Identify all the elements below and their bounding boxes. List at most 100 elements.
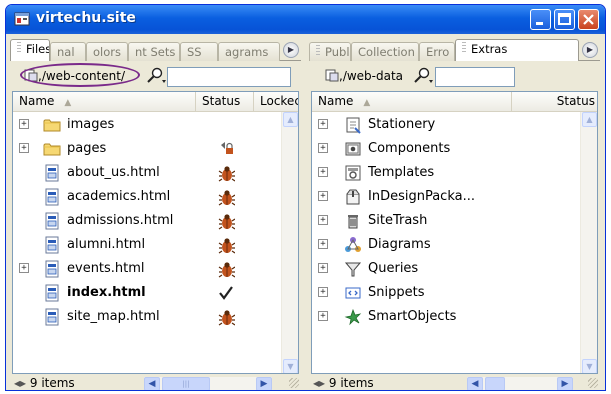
maximize-button[interactable] [554,9,575,30]
chevron-right-icon: ▶ [586,45,594,54]
table-row[interactable]: about_us.html [13,161,298,185]
extra-name: SiteTrash [368,213,428,228]
tab-errors[interactable]: Erro [419,42,455,61]
minimize-button[interactable] [530,9,551,30]
tab-files[interactable]: Files [10,39,50,61]
column-status[interactable]: Status [196,92,254,112]
table-row[interactable]: admissions.html [13,209,298,233]
list-item[interactable]: + Components [312,137,597,161]
smartobjects-icon [344,308,362,326]
column-status[interactable]: Status [512,92,597,112]
tab-personal[interactable]: nal [50,42,86,61]
extra-name: Diagrams [368,237,431,252]
scroll-down-button[interactable]: ▼ [283,359,298,373]
list-item[interactable]: + SiteTrash [312,209,597,233]
list-item[interactable]: + Queries [312,257,597,281]
maximize-icon [558,13,571,25]
files-list[interactable]: Name ▲ Status Lockec + images + pages about_u… [12,91,299,374]
extra-name: Queries [368,261,419,276]
html-file-icon [43,188,61,206]
tab-scroll-button[interactable]: ▶ [582,42,598,58]
tab-diagrams[interactable]: agrams [218,42,280,61]
expand-button[interactable]: + [318,239,328,249]
table-row[interactable]: index.html [13,281,298,305]
files-search-input[interactable] [167,67,291,87]
expand-button[interactable]: + [318,167,328,177]
file-name: admissions.html [67,213,174,228]
files-status-bar: ◂▸ 9 items ◀ ||| ▶ [10,375,301,390]
table-row[interactable]: alumni.html [13,233,298,257]
expand-button[interactable]: + [19,119,29,129]
title-bar[interactable]: virtechu.site [6,5,605,34]
list-item[interactable]: + Diagrams [312,233,597,257]
arrow-down-icon: ▼ [586,362,593,371]
extra-name: Components [368,141,451,156]
site-path-highlight [20,63,140,87]
table-row[interactable]: + images [13,113,298,137]
files-horizontal-scrollbar[interactable]: ◀ ||| ▶ [144,377,272,390]
extras-list[interactable]: Name ▲ Status + Stationery + Components + Temp… [311,91,598,374]
scroll-up-button[interactable]: ▲ [283,112,298,127]
tab-css[interactable]: SS [180,42,218,61]
tab-colors[interactable]: olors [86,42,128,61]
tab-collection[interactable]: Collection [351,42,419,61]
extras-vertical-scrollbar[interactable]: ▲ ▼ [580,112,597,373]
expand-button[interactable]: + [19,143,29,153]
extras-toolbar: ,/web-data [309,63,600,89]
list-item[interactable]: + InDesignPacka... [312,185,597,209]
expand-button[interactable]: + [318,215,328,225]
expand-button[interactable]: + [318,287,328,297]
list-item[interactable]: + Snippets [312,281,597,305]
extras-search-input[interactable] [435,67,515,87]
resize-grip[interactable] [289,378,299,388]
table-row[interactable]: academics.html [13,185,298,209]
list-item[interactable]: + Stationery [312,113,597,137]
file-name: index.html [67,285,146,300]
html-file-icon [43,212,61,230]
data-site-selector[interactable]: ,/web-data [325,67,403,87]
scroll-thumb[interactable]: ||| [162,377,210,390]
column-locked[interactable]: Lockec [254,92,298,112]
extras-horizontal-scrollbar[interactable]: ◀ ▶ [467,377,573,390]
files-pane: Files nal olors nt Sets SS agrams ▶ ,/we… [10,39,301,390]
table-row[interactable]: + pages [13,137,298,161]
table-row[interactable]: + events.html [13,257,298,281]
scroll-right-button[interactable]: ▶ [256,377,272,390]
expand-button[interactable]: + [318,143,328,153]
extra-name: Snippets [368,285,425,300]
tab-asset-sets[interactable]: nt Sets [128,42,180,61]
tab-publish[interactable]: Publi [309,42,351,61]
expand-button[interactable]: + [318,191,328,201]
expand-button[interactable]: + [318,119,328,129]
extras-pane: Publi Collection Erro Extras ▶ ,/web-dat… [309,39,600,390]
files-item-count: ◂▸ 9 items [14,376,75,390]
files-vertical-scrollbar[interactable]: ▲ ▼ [281,112,298,373]
sort-up-icon: ▲ [363,98,371,108]
site-window: virtechu.site Files nal olors nt Sets SS… [5,4,606,391]
close-button[interactable] [578,9,599,30]
file-name: site_map.html [67,309,160,324]
scroll-down-button[interactable]: ▼ [582,359,597,373]
scroll-left-button[interactable]: ◀ [144,377,160,390]
arrow-up-icon: ▲ [586,115,593,124]
list-item[interactable]: + Templates [312,161,597,185]
expand-button[interactable]: + [318,263,328,273]
arrow-left-icon: ◀ [471,379,479,389]
scroll-thumb[interactable] [485,377,505,390]
expand-button[interactable]: + [318,311,328,321]
table-row[interactable]: site_map.html [13,305,298,329]
expand-button[interactable]: + [19,263,29,273]
list-item[interactable]: + SmartObjects [312,305,597,329]
resize-arrows-icon: ◂▸ [14,376,27,390]
resize-grip[interactable] [588,378,598,388]
column-name[interactable]: Name ▲ [13,92,196,112]
scroll-left-button[interactable]: ◀ [467,377,483,390]
tab-scroll-button[interactable]: ▶ [283,42,299,58]
site-root-icon [325,69,339,82]
column-name[interactable]: Name ▲ [312,92,512,112]
scroll-up-button[interactable]: ▲ [582,112,597,127]
scroll-right-button[interactable]: ▶ [557,377,573,390]
extras-pane-tabs: Publi Collection Erro Extras ▶ [309,39,600,61]
tab-extras[interactable]: Extras [455,39,579,61]
file-name: about_us.html [67,165,160,180]
